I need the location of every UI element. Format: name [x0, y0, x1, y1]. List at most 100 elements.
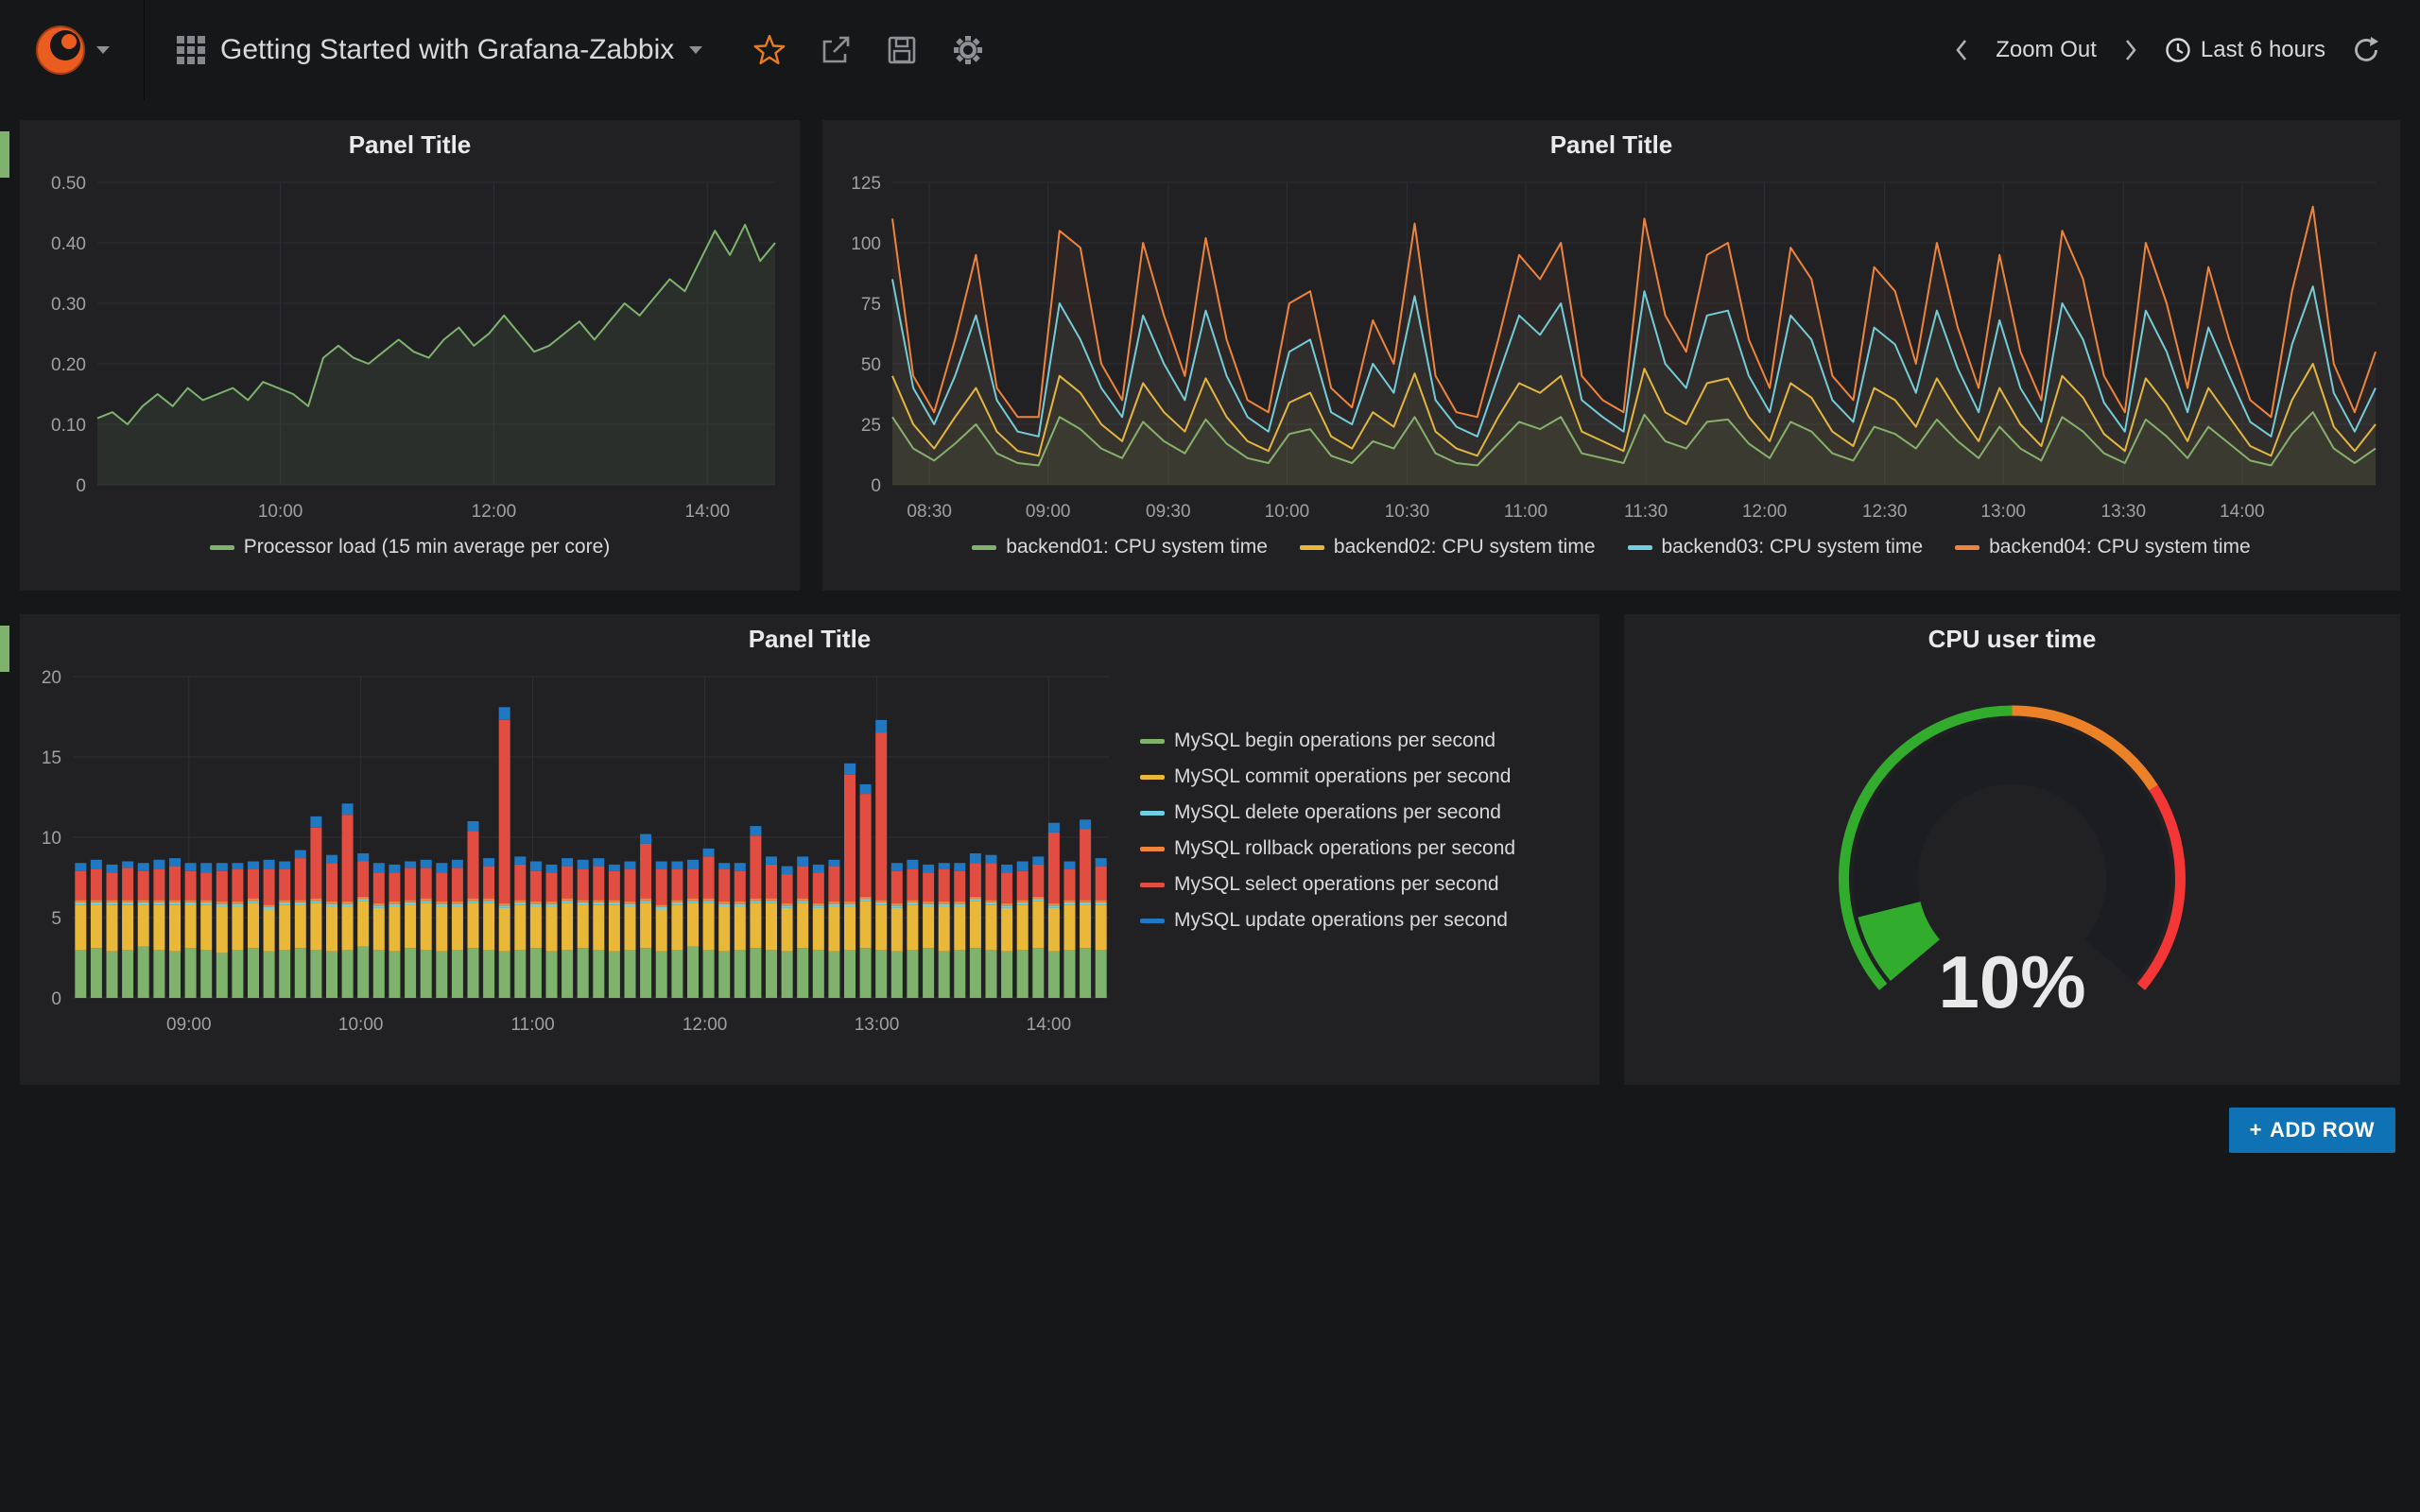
panel-title[interactable]: Panel Title — [20, 614, 1599, 663]
bar-segment — [326, 855, 337, 864]
time-range-button[interactable]: Last 6 hours — [2153, 27, 2337, 73]
bar-segment — [923, 872, 934, 902]
bar-segment — [122, 862, 133, 868]
time-forward-button[interactable] — [2112, 28, 2150, 72]
bar-segment — [185, 863, 197, 871]
x-tick-label: 11:30 — [1624, 502, 1668, 522]
bar-segment — [875, 733, 887, 901]
panel-title[interactable]: Panel Title — [20, 120, 800, 169]
bar-segment — [107, 902, 118, 905]
bar-segment — [1048, 908, 1060, 952]
legend-item[interactable]: backend03: CPU system time — [1628, 536, 1924, 558]
panel-processor-load: Panel Title 00.100.200.300.400.5010:0012… — [20, 120, 800, 591]
bar-segment — [875, 720, 887, 733]
legend-item[interactable]: backend02: CPU system time — [1300, 536, 1596, 558]
bar-segment — [421, 903, 432, 950]
bar-segment — [295, 902, 306, 905]
legend-item[interactable]: MySQL delete operations per second — [1140, 801, 1515, 824]
bar-segment — [1048, 903, 1060, 906]
refresh-button[interactable] — [2341, 26, 2392, 74]
bar-segment — [907, 904, 918, 950]
bar-segment — [923, 904, 934, 907]
bar-segment — [153, 869, 164, 900]
add-row-button[interactable]: + ADD ROW — [2229, 1108, 2395, 1153]
bar-segment — [813, 872, 824, 902]
legend-item[interactable]: MySQL begin operations per second — [1140, 730, 1515, 752]
bar-segment — [797, 948, 808, 998]
legend-item[interactable]: MySQL select operations per second — [1140, 873, 1515, 896]
bar-segment — [138, 947, 149, 998]
bar-segment — [138, 863, 149, 871]
zoom-out-label: Zoom Out — [1996, 37, 2097, 63]
share-button[interactable] — [806, 21, 865, 79]
legend-item[interactable]: backend01: CPU system time — [972, 536, 1268, 558]
bar-segment — [766, 856, 777, 865]
processor-load-chart[interactable]: 00.100.200.300.400.5010:0012:0014:00 — [29, 169, 790, 530]
bar-segment — [169, 902, 181, 905]
time-back-button[interactable] — [1943, 28, 1980, 72]
star-button[interactable] — [740, 21, 799, 79]
bar-segment — [766, 903, 777, 950]
bar-segment — [264, 869, 275, 904]
bar-segment — [578, 902, 589, 905]
legend-color-icon — [210, 545, 234, 550]
bar-segment — [656, 862, 667, 870]
x-tick-label: 13:30 — [2101, 502, 2147, 522]
bar-segment — [578, 860, 589, 869]
bar-segment — [200, 872, 212, 900]
bar-segment — [782, 908, 793, 952]
bar-segment — [1032, 856, 1044, 865]
bar-segment — [499, 908, 510, 952]
bar-segment — [687, 947, 699, 998]
legend-item[interactable]: MySQL update operations per second — [1140, 909, 1515, 932]
y-tick-label: 0.10 — [51, 416, 86, 436]
panel-title[interactable]: CPU user time — [1624, 614, 2400, 663]
bar-segment — [75, 950, 86, 998]
cpu-user-time-gauge[interactable]: 10% — [1634, 663, 2391, 1079]
bar-segment — [1048, 952, 1060, 998]
legend-label: backend02: CPU system time — [1334, 536, 1596, 558]
bar-segment — [436, 952, 447, 998]
bar-segment — [813, 905, 824, 908]
series-fill — [892, 207, 2376, 485]
bar-segment — [718, 869, 730, 902]
bar-segment — [1017, 871, 1028, 901]
bar-segment — [264, 952, 275, 998]
bar-segment — [75, 871, 86, 901]
bar-segment — [735, 904, 746, 907]
bar-segment — [875, 902, 887, 905]
bar-segment — [279, 902, 290, 905]
row-handle[interactable] — [0, 626, 9, 672]
legend-item[interactable]: MySQL commit operations per second — [1140, 765, 1515, 788]
bar-segment — [122, 904, 133, 950]
bar-segment — [153, 860, 164, 869]
gauge-value-arc — [1890, 909, 1915, 960]
row-handle[interactable] — [0, 131, 9, 178]
bar-segment — [703, 849, 715, 857]
panel-title[interactable]: Panel Title — [822, 120, 2400, 169]
legend: backend01: CPU system time backend02: CPU… — [822, 536, 2400, 558]
save-button[interactable] — [873, 21, 931, 79]
zoom-out-button[interactable]: Zoom Out — [1984, 27, 2108, 73]
legend: Processor load (15 min average per core) — [20, 536, 800, 558]
settings-button[interactable] — [939, 21, 997, 79]
legend-item[interactable]: backend04: CPU system time — [1955, 536, 2251, 558]
mysql-operations-chart[interactable]: 0510152009:0010:0011:0012:0013:0014:00 — [20, 663, 1116, 1045]
legend-item[interactable]: Processor load (15 min average per core) — [210, 536, 611, 558]
bar-segment — [718, 952, 730, 998]
x-tick-label: 08:30 — [907, 502, 952, 522]
dashboard-picker[interactable]: Getting Started with Grafana-Zabbix — [145, 0, 735, 100]
bar-segment — [593, 904, 604, 950]
cpu-system-time-chart[interactable]: 025507510012508:3009:0009:3010:0010:3011… — [832, 169, 2391, 530]
legend-item[interactable]: MySQL rollback operations per second — [1140, 837, 1515, 860]
bar-segment — [452, 902, 463, 904]
legend-color-icon — [1140, 811, 1165, 816]
bar-segment — [625, 904, 636, 907]
bar-segment — [954, 863, 965, 871]
bar-segment — [718, 906, 730, 952]
bar-segment — [828, 867, 839, 902]
grafana-menu-button[interactable] — [0, 0, 145, 100]
bar-segment — [546, 952, 558, 998]
bar-segment — [735, 950, 746, 998]
bar-segment — [232, 904, 243, 907]
